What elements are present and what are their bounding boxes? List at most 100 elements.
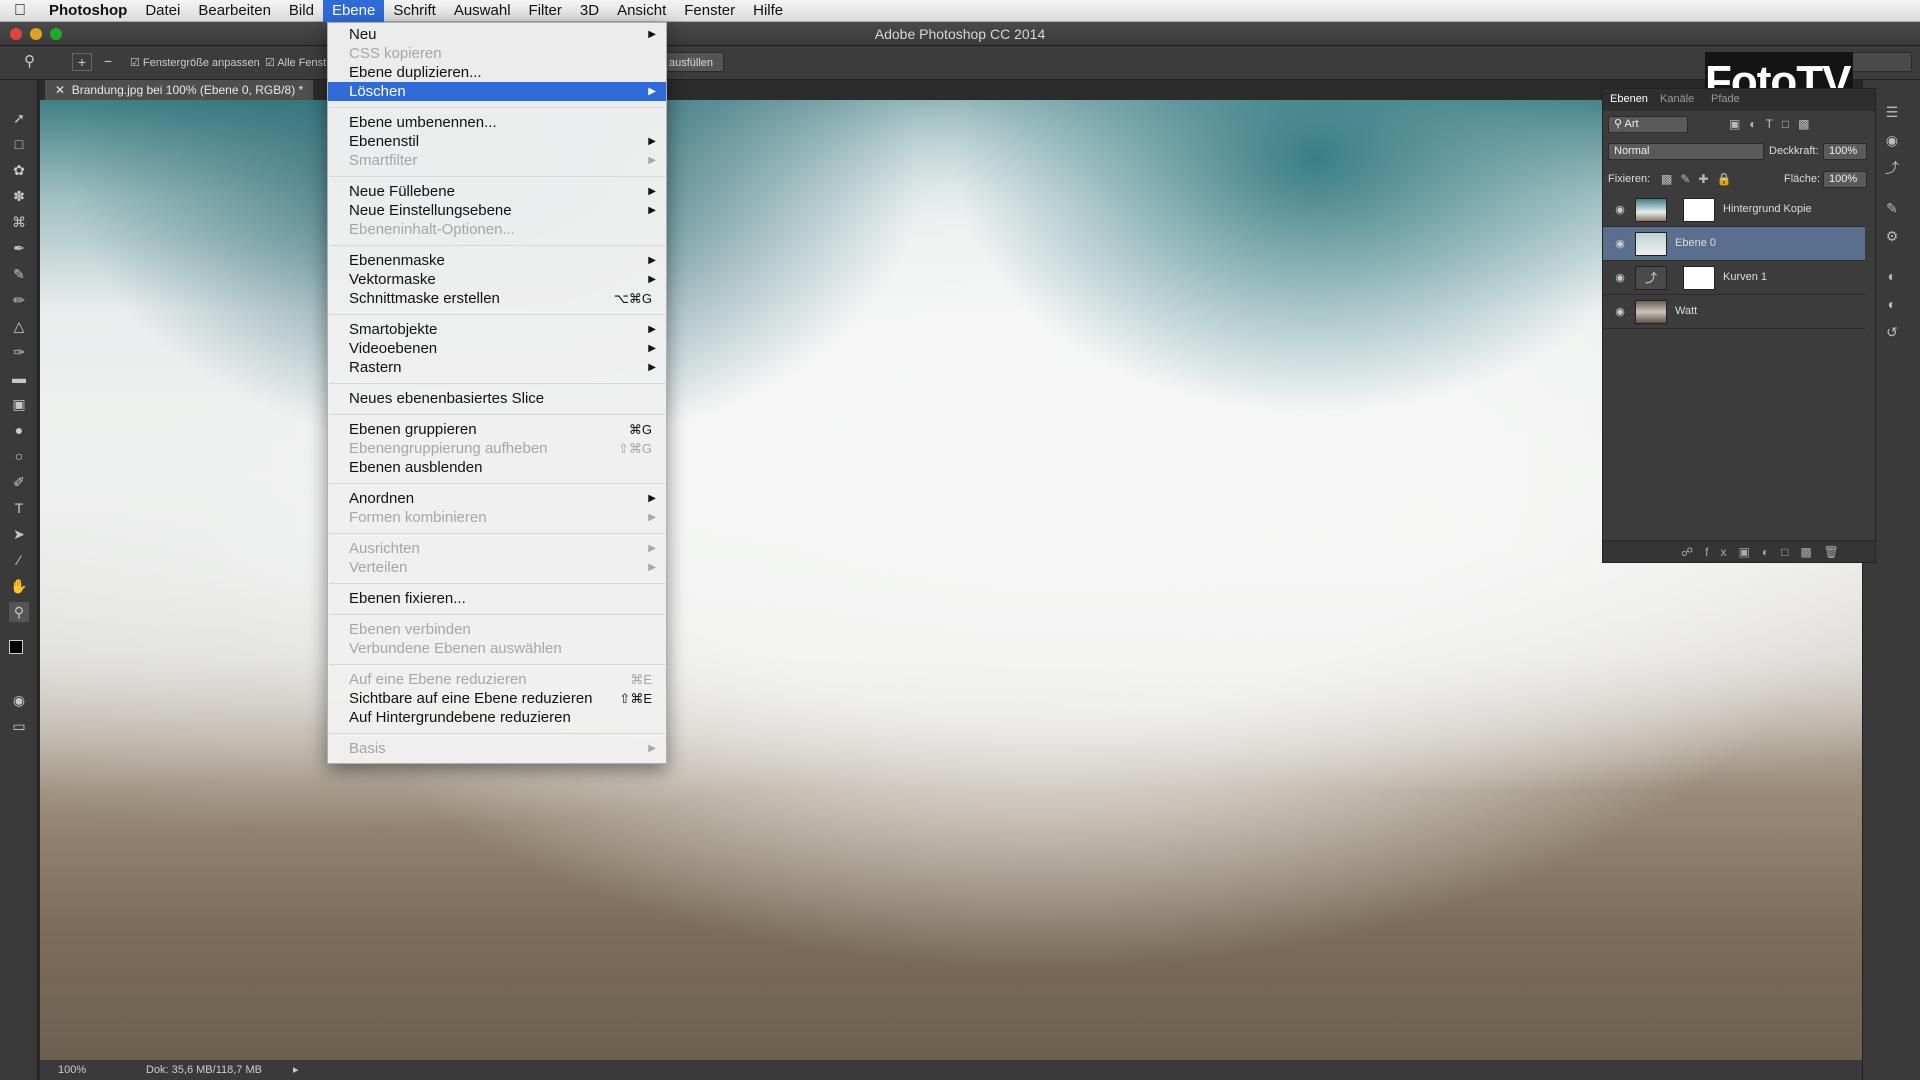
eraser-tool-icon[interactable]: ▬ <box>9 368 29 388</box>
quick-mask-icon[interactable]: ◉ <box>9 690 29 710</box>
zoom-in-icon[interactable]: + <box>72 53 92 71</box>
menu-photoshop[interactable]: Photoshop <box>40 0 136 22</box>
menu-item[interactable]: Sichtbare auf eine Ebene reduzieren ⇧⌘E <box>328 689 666 708</box>
eye-icon[interactable]: ◉ <box>1613 203 1627 217</box>
tab-pfade[interactable]: Pfade <box>1711 93 1740 105</box>
menu-item[interactable]: Rastern ▶ <box>328 358 666 377</box>
blend-mode-select[interactable]: Normal <box>1608 143 1764 160</box>
zoom-out-icon[interactable]: − <box>98 53 118 69</box>
brush-settings-icon[interactable]: ✎ <box>1882 198 1902 218</box>
styles-icon[interactable]: ◐ <box>1882 294 1902 314</box>
menu-bearbeiten[interactable]: Bearbeiten <box>189 0 280 22</box>
tab-ebenen[interactable]: Ebenen <box>1610 93 1648 105</box>
apple-icon[interactable]:  <box>0 2 40 20</box>
layer-row[interactable]: ◉ Hintergrund Kopie <box>1603 193 1865 227</box>
color-swatches-icon[interactable] <box>9 640 29 660</box>
menu-item[interactable]: Neue Füllebene ▶ <box>328 182 666 201</box>
document-canvas[interactable] <box>40 100 1862 1060</box>
menu-item[interactable]: Ebenen fixieren... <box>328 589 666 608</box>
menu-item[interactable]: Schnittmaske erstellen ⌥⌘G <box>328 289 666 308</box>
type-tool-icon[interactable]: T <box>9 498 29 518</box>
move-tool-icon[interactable]: ➚ <box>9 108 29 128</box>
marquee-tool-icon[interactable]: □ <box>9 134 29 154</box>
menu-item-label: Rastern <box>349 359 402 376</box>
menu-datei[interactable]: Datei <box>136 0 189 22</box>
line-tool-icon[interactable]: ∕ <box>9 550 29 570</box>
menu-item[interactable]: Ebene umbenennen... <box>328 113 666 132</box>
zoom-tool-icon-active[interactable]: ⚲ <box>9 602 29 622</box>
quick-selection-tool-icon[interactable]: ✽ <box>9 186 29 206</box>
crop-tool-icon[interactable]: ⌘ <box>9 212 29 232</box>
dodge-tool-icon[interactable]: ○ <box>9 446 29 466</box>
tab-kanaele[interactable]: Kanäle <box>1660 93 1694 105</box>
fill-screen-button[interactable]: ausfüllen <box>658 52 725 72</box>
menu-item[interactable]: Auf Hintergrundebene reduzieren <box>328 708 666 727</box>
menu-item[interactable]: Videoebenen ▶ <box>328 339 666 358</box>
menu-3d[interactable]: 3D <box>571 0 608 22</box>
stamp-tool-icon[interactable]: △ <box>9 316 29 336</box>
history-brush-tool-icon[interactable]: ✑ <box>9 342 29 362</box>
menu-item[interactable]: Neues ebenenbasiertes Slice <box>328 389 666 408</box>
path-selection-tool-icon[interactable]: ➤ <box>9 524 29 544</box>
lasso-tool-icon[interactable]: ✿ <box>9 160 29 180</box>
menu-item[interactable]: Ebenenstil ▶ <box>328 132 666 151</box>
menu-filter[interactable]: Filter <box>520 0 571 22</box>
layer-filter-select[interactable]: ⚲ Art <box>1608 116 1688 133</box>
hand-tool-icon[interactable]: ✋ <box>9 576 29 596</box>
gradient-tool-icon[interactable]: ▣ <box>9 394 29 414</box>
menu-item[interactable]: Ebenen gruppieren ⌘G <box>328 420 666 439</box>
menu-item[interactable]: Neu ▶ <box>328 25 666 44</box>
menu-ebene[interactable]: Ebene <box>322 0 385 22</box>
document-tab[interactable]: ✕ Brandung.jpg bei 100% (Ebene 0, RGB/8)… <box>45 80 314 100</box>
brush-tool-icon[interactable]: ✏ <box>9 290 29 310</box>
menu-item[interactable]: Löschen ▶ <box>328 82 666 101</box>
submenu-arrow-icon: ▶ <box>648 562 656 573</box>
layer-row[interactable]: ◉ ⤴ Kurven 1 <box>1603 261 1865 295</box>
zoom-tool-icon[interactable]: ⚲ <box>24 52 35 70</box>
blur-tool-icon[interactable]: ● <box>9 420 29 440</box>
submenu-arrow-icon: ▶ <box>648 29 656 40</box>
layer-actions-icons[interactable]: ☍fx▣◐□▩🗑 <box>1681 545 1851 559</box>
adjustments-icon[interactable]: ◐ <box>1882 266 1902 286</box>
menu-item[interactable]: Ebenen ausblenden <box>328 458 666 477</box>
status-arrow-icon[interactable]: ▸ <box>293 1063 299 1076</box>
filter-icons[interactable]: ▣◐T□▩ <box>1729 117 1819 131</box>
healing-brush-tool-icon[interactable]: ✎ <box>9 264 29 284</box>
eye-icon[interactable]: ◉ <box>1613 305 1627 319</box>
doc-info[interactable]: Dok: 35,6 MB/118,7 MB <box>146 1064 262 1076</box>
layer-row[interactable]: ◉ Ebene 0 <box>1603 227 1865 261</box>
menu-separator <box>328 308 666 320</box>
layers-icon[interactable]: ☰ <box>1882 102 1902 122</box>
menu-item[interactable]: Ebene duplizieren... <box>328 63 666 82</box>
screen-mode-icon[interactable]: ▭ <box>9 716 29 736</box>
menu-item[interactable]: Anordnen ▶ <box>328 489 666 508</box>
zoom-level[interactable]: 100% <box>58 1064 86 1076</box>
pen-tool-icon[interactable]: ✐ <box>9 472 29 492</box>
menu-item[interactable]: Vektormaske ▶ <box>328 270 666 289</box>
menu-auswahl[interactable]: Auswahl <box>445 0 520 22</box>
history-icon[interactable]: ↺ <box>1882 322 1902 342</box>
fill-input[interactable]: 100% <box>1823 171 1867 188</box>
menu-item[interactable]: Smartobjekte ▶ <box>328 320 666 339</box>
menu-ansicht[interactable]: Ansicht <box>608 0 675 22</box>
eye-icon[interactable]: ◉ <box>1613 237 1627 251</box>
menu-bild[interactable]: Bild <box>280 0 323 22</box>
eye-icon[interactable]: ◉ <box>1613 271 1627 285</box>
opacity-input[interactable]: 100% <box>1823 143 1867 160</box>
lock-icons[interactable]: ▩✎✚🔒 <box>1661 172 1739 186</box>
all-windows-checkbox[interactable]: ☑ Alle Fenst <box>265 56 326 69</box>
menu-fenster[interactable]: Fenster <box>675 0 744 22</box>
curves-adjustment-icon: ⤴ <box>1635 266 1667 290</box>
paths-icon[interactable]: ⤴ <box>1882 158 1902 178</box>
menu-item[interactable]: Ebenenmaske ▶ <box>328 251 666 270</box>
menu-item[interactable]: Neue Einstellungsebene ▶ <box>328 201 666 220</box>
layer-name: Watt <box>1675 305 1698 317</box>
channels-icon[interactable]: ◉ <box>1882 130 1902 150</box>
layer-row[interactable]: ◉ Watt <box>1603 295 1865 329</box>
properties-icon[interactable]: ⚙ <box>1882 226 1902 246</box>
menu-hilfe[interactable]: Hilfe <box>744 0 792 22</box>
menu-item: Verteilen ▶ <box>328 558 666 577</box>
menu-schrift[interactable]: Schrift <box>384 0 445 22</box>
eyedropper-tool-icon[interactable]: ✒ <box>9 238 29 258</box>
resize-windows-checkbox[interactable]: ☑ Fenstergröße anpassen <box>130 56 260 69</box>
